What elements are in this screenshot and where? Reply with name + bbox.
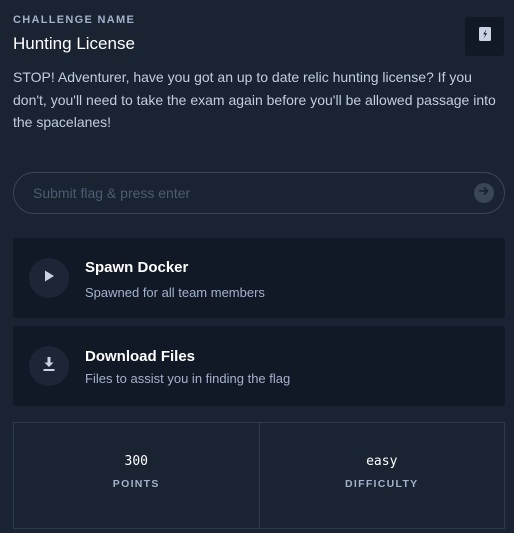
points-label: POINTS: [112, 478, 160, 490]
points-value: 300: [124, 454, 148, 469]
challenge-title: Hunting License: [13, 34, 135, 53]
swap-icon: [478, 26, 492, 47]
download-files-subtitle: Files to assist you in finding the flag: [85, 371, 291, 386]
challenge-stats: 300 POINTS easy DIFFICULTY: [13, 422, 505, 529]
download-icon: [41, 356, 57, 377]
spawn-docker-title: Spawn Docker: [85, 259, 189, 276]
points-stat: 300 POINTS: [14, 423, 259, 528]
download-files-title: Download Files: [85, 348, 196, 365]
spawn-docker-subtitle: Spawned for all team members: [85, 285, 265, 300]
challenge-eyebrow: CHALLENGE NAME: [13, 14, 136, 26]
spawn-icon-circle: [29, 258, 69, 298]
download-icon-circle: [29, 346, 69, 386]
spawn-docker-card[interactable]: Spawn Docker Spawned for all team member…: [13, 238, 505, 318]
difficulty-value: easy: [366, 454, 398, 469]
challenge-description: STOP! Adventurer, have you got an up to …: [13, 69, 496, 130]
difficulty-label: DIFFICULTY: [345, 478, 419, 490]
submit-flag-button[interactable]: [474, 183, 494, 203]
difficulty-stat: easy DIFFICULTY: [258, 423, 505, 528]
play-icon: [42, 269, 56, 288]
flag-input-container: [13, 172, 505, 214]
download-files-card[interactable]: Download Files Files to assist you in fi…: [13, 326, 505, 406]
arrow-right-icon: [478, 184, 490, 202]
flag-input[interactable]: [33, 173, 463, 213]
swap-button[interactable]: [465, 17, 504, 56]
